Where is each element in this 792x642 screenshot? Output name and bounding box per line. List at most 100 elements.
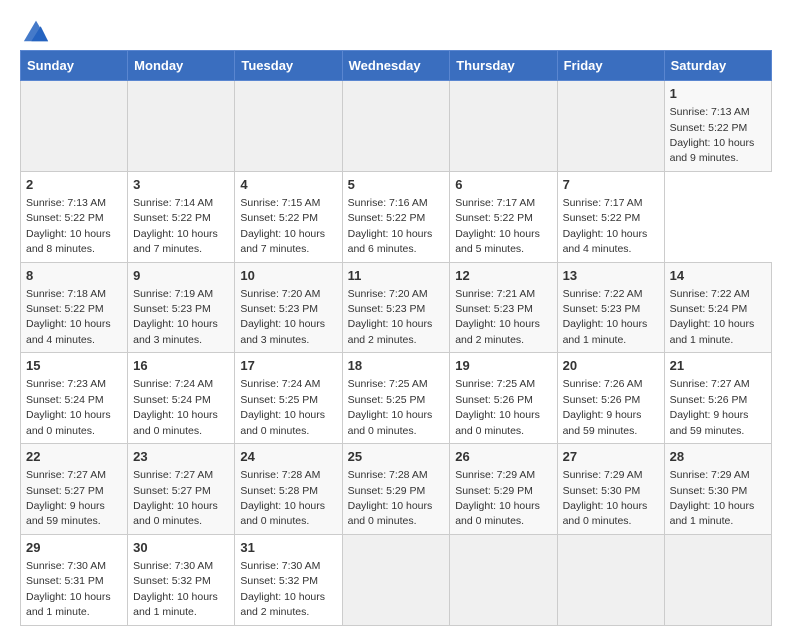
- calendar-day-cell: 26 Sunrise: 7:29 AMSunset: 5:29 PMDayligh…: [450, 444, 557, 535]
- calendar-day-cell: 19 Sunrise: 7:25 AMSunset: 5:26 PMDayligh…: [450, 353, 557, 444]
- day-number: 21: [670, 357, 766, 375]
- calendar-day-cell: 8 Sunrise: 7:18 AMSunset: 5:22 PMDaylight…: [21, 262, 128, 353]
- day-info: Sunrise: 7:13 AMSunset: 5:22 PMDaylight:…: [670, 106, 755, 164]
- calendar-day-cell: 14Sunrise: 7:22 AMSunset: 5:24 PMDayligh…: [664, 262, 771, 353]
- calendar-empty-cell: [21, 81, 128, 172]
- day-number: 8: [26, 267, 122, 285]
- calendar-header-wednesday: Wednesday: [342, 51, 450, 81]
- calendar-day-cell: 30Sunrise: 7:30 AMSunset: 5:32 PMDayligh…: [128, 534, 235, 625]
- logo-icon: [22, 16, 50, 44]
- day-number: 16: [133, 357, 229, 375]
- day-info: Sunrise: 7:18 AMSunset: 5:22 PMDaylight:…: [26, 288, 111, 346]
- day-number: 3: [133, 176, 229, 194]
- calendar-header-tuesday: Tuesday: [235, 51, 342, 81]
- calendar-week-row: 22 Sunrise: 7:27 AMSunset: 5:27 PMDayligh…: [21, 444, 772, 535]
- logo: [20, 16, 50, 40]
- calendar-day-cell: 22 Sunrise: 7:27 AMSunset: 5:27 PMDayligh…: [21, 444, 128, 535]
- calendar-empty-cell: [557, 81, 664, 172]
- day-number: 1: [670, 85, 766, 103]
- day-info: Sunrise: 7:20 AMSunset: 5:23 PMDaylight:…: [240, 288, 325, 346]
- day-info: Sunrise: 7:23 AMSunset: 5:24 PMDaylight:…: [26, 378, 111, 436]
- day-number: 28: [670, 448, 766, 466]
- day-info: Sunrise: 7:17 AMSunset: 5:22 PMDaylight:…: [455, 197, 540, 255]
- calendar-day-cell: 17Sunrise: 7:24 AMSunset: 5:25 PMDayligh…: [235, 353, 342, 444]
- calendar-day-cell: 7 Sunrise: 7:17 AMSunset: 5:22 PMDaylight…: [557, 171, 664, 262]
- calendar-day-cell: [342, 534, 450, 625]
- page-header: [20, 16, 772, 40]
- day-info: Sunrise: 7:28 AMSunset: 5:28 PMDaylight:…: [240, 469, 325, 527]
- day-info: Sunrise: 7:27 AMSunset: 5:27 PMDaylight:…: [26, 469, 106, 527]
- day-number: 7: [563, 176, 659, 194]
- day-info: Sunrise: 7:27 AMSunset: 5:27 PMDaylight:…: [133, 469, 218, 527]
- day-info: Sunrise: 7:16 AMSunset: 5:22 PMDaylight:…: [348, 197, 433, 255]
- day-info: Sunrise: 7:29 AMSunset: 5:30 PMDaylight:…: [670, 469, 755, 527]
- day-info: Sunrise: 7:15 AMSunset: 5:22 PMDaylight:…: [240, 197, 325, 255]
- day-info: Sunrise: 7:30 AMSunset: 5:32 PMDaylight:…: [240, 560, 325, 618]
- day-number: 10: [240, 267, 336, 285]
- day-number: 29: [26, 539, 122, 557]
- day-info: Sunrise: 7:17 AMSunset: 5:22 PMDaylight:…: [563, 197, 648, 255]
- calendar-day-cell: [557, 534, 664, 625]
- day-info: Sunrise: 7:27 AMSunset: 5:26 PMDaylight:…: [670, 378, 750, 436]
- day-info: Sunrise: 7:28 AMSunset: 5:29 PMDaylight:…: [348, 469, 433, 527]
- calendar-table: SundayMondayTuesdayWednesdayThursdayFrid…: [20, 50, 772, 626]
- calendar-day-cell: 25Sunrise: 7:28 AMSunset: 5:29 PMDayligh…: [342, 444, 450, 535]
- calendar-day-cell: 9 Sunrise: 7:19 AMSunset: 5:23 PMDaylight…: [128, 262, 235, 353]
- day-number: 19: [455, 357, 551, 375]
- day-info: Sunrise: 7:29 AMSunset: 5:30 PMDaylight:…: [563, 469, 648, 527]
- day-info: Sunrise: 7:26 AMSunset: 5:26 PMDaylight:…: [563, 378, 643, 436]
- calendar-day-cell: 24 Sunrise: 7:28 AMSunset: 5:28 PMDayligh…: [235, 444, 342, 535]
- calendar-day-cell: 1 Sunrise: 7:13 AMSunset: 5:22 PMDaylight…: [664, 81, 771, 172]
- day-number: 24: [240, 448, 336, 466]
- calendar-day-cell: 18Sunrise: 7:25 AMSunset: 5:25 PMDayligh…: [342, 353, 450, 444]
- calendar-empty-cell: [235, 81, 342, 172]
- day-info: Sunrise: 7:24 AMSunset: 5:24 PMDaylight:…: [133, 378, 218, 436]
- day-info: Sunrise: 7:14 AMSunset: 5:22 PMDaylight:…: [133, 197, 218, 255]
- calendar-day-cell: [664, 534, 771, 625]
- day-number: 26: [455, 448, 551, 466]
- calendar-day-cell: 27 Sunrise: 7:29 AMSunset: 5:30 PMDayligh…: [557, 444, 664, 535]
- day-number: 27: [563, 448, 659, 466]
- calendar-day-cell: 10 Sunrise: 7:20 AMSunset: 5:23 PMDayligh…: [235, 262, 342, 353]
- calendar-day-cell: 28 Sunrise: 7:29 AMSunset: 5:30 PMDayligh…: [664, 444, 771, 535]
- calendar-day-cell: 29 Sunrise: 7:30 AMSunset: 5:31 PMDayligh…: [21, 534, 128, 625]
- calendar-day-cell: [450, 534, 557, 625]
- day-number: 22: [26, 448, 122, 466]
- calendar-day-cell: 6Sunrise: 7:17 AMSunset: 5:22 PMDaylight…: [450, 171, 557, 262]
- calendar-week-row: 1 Sunrise: 7:13 AMSunset: 5:22 PMDaylight…: [21, 81, 772, 172]
- day-number: 12: [455, 267, 551, 285]
- calendar-week-row: 8 Sunrise: 7:18 AMSunset: 5:22 PMDaylight…: [21, 262, 772, 353]
- day-number: 2: [26, 176, 122, 194]
- day-info: Sunrise: 7:25 AMSunset: 5:26 PMDaylight:…: [455, 378, 540, 436]
- day-number: 4: [240, 176, 336, 194]
- day-number: 11: [348, 267, 445, 285]
- calendar-day-cell: 15Sunrise: 7:23 AMSunset: 5:24 PMDayligh…: [21, 353, 128, 444]
- day-info: Sunrise: 7:29 AMSunset: 5:29 PMDaylight:…: [455, 469, 540, 527]
- calendar-header-row: SundayMondayTuesdayWednesdayThursdayFrid…: [21, 51, 772, 81]
- day-number: 9: [133, 267, 229, 285]
- calendar-day-cell: 31Sunrise: 7:30 AMSunset: 5:32 PMDayligh…: [235, 534, 342, 625]
- day-number: 23: [133, 448, 229, 466]
- calendar-day-cell: 23 Sunrise: 7:27 AMSunset: 5:27 PMDayligh…: [128, 444, 235, 535]
- calendar-header-monday: Monday: [128, 51, 235, 81]
- day-info: Sunrise: 7:19 AMSunset: 5:23 PMDaylight:…: [133, 288, 218, 346]
- day-info: Sunrise: 7:13 AMSunset: 5:22 PMDaylight:…: [26, 197, 111, 255]
- calendar-header-thursday: Thursday: [450, 51, 557, 81]
- calendar-header-friday: Friday: [557, 51, 664, 81]
- calendar-day-cell: 5 Sunrise: 7:16 AMSunset: 5:22 PMDaylight…: [342, 171, 450, 262]
- calendar-header-saturday: Saturday: [664, 51, 771, 81]
- calendar-empty-cell: [450, 81, 557, 172]
- calendar-empty-cell: [342, 81, 450, 172]
- calendar-day-cell: 2 Sunrise: 7:13 AMSunset: 5:22 PMDaylight…: [21, 171, 128, 262]
- day-number: 18: [348, 357, 445, 375]
- calendar-body: 1 Sunrise: 7:13 AMSunset: 5:22 PMDaylight…: [21, 81, 772, 626]
- day-info: Sunrise: 7:24 AMSunset: 5:25 PMDaylight:…: [240, 378, 325, 436]
- day-info: Sunrise: 7:30 AMSunset: 5:31 PMDaylight:…: [26, 560, 111, 618]
- calendar-day-cell: 21 Sunrise: 7:27 AMSunset: 5:26 PMDayligh…: [664, 353, 771, 444]
- calendar-day-cell: 3 Sunrise: 7:14 AMSunset: 5:22 PMDaylight…: [128, 171, 235, 262]
- calendar-header-sunday: Sunday: [21, 51, 128, 81]
- day-info: Sunrise: 7:21 AMSunset: 5:23 PMDaylight:…: [455, 288, 540, 346]
- day-info: Sunrise: 7:30 AMSunset: 5:32 PMDaylight:…: [133, 560, 218, 618]
- day-number: 5: [348, 176, 445, 194]
- day-number: 13: [563, 267, 659, 285]
